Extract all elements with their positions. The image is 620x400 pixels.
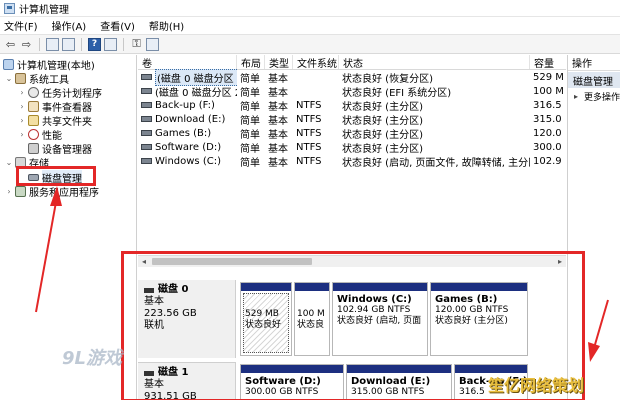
volume-icon [141, 88, 152, 94]
volume-icon [141, 102, 152, 108]
storage-icon [15, 156, 26, 168]
chevron-right-icon[interactable]: › [18, 116, 26, 125]
volume-icon [141, 158, 152, 164]
table-row[interactable]: Games (B:) 简单 基本 NTFS 状态良好 (主分区) 120.0 [138, 126, 566, 141]
scrollbar-thumb[interactable] [152, 258, 312, 265]
properties-icon[interactable] [104, 37, 117, 51]
table-row[interactable]: Back-up (F:) 简单 基本 NTFS 状态良好 (主分区) 316.5 [138, 98, 566, 113]
column-header-layout[interactable]: 布局 [237, 55, 265, 69]
tree-item-shared-folders[interactable]: › 共享文件夹 [18, 113, 92, 128]
computer-management-icon [4, 2, 15, 14]
actions-pane: 操作 磁盘管理 更多操作 [567, 55, 620, 400]
toolbox-icon [15, 72, 26, 84]
tree-item-task-scheduler[interactable]: › 任务计划程序 [18, 85, 102, 100]
services-icon [15, 185, 26, 197]
partition-windows-c[interactable]: Windows (C:) 102.94 GB NTFS 状态良好 (启动, 页面 [332, 282, 428, 356]
menu-bar: 文件(F) 操作(A) 查看(V) 帮助(H) [0, 17, 620, 34]
column-header-type[interactable]: 类型 [265, 55, 293, 69]
more-actions-item[interactable]: 更多操作 [568, 88, 620, 104]
table-row[interactable]: Download (E:) 简单 基本 NTFS 状态良好 (主分区) 315.… [138, 112, 566, 127]
toolbar-separator [81, 37, 82, 51]
forward-arrow-icon[interactable]: ⇨ [20, 38, 33, 51]
scroll-left-icon[interactable]: ◂ [138, 256, 150, 267]
horizontal-scrollbar[interactable]: ◂ ▸ [138, 255, 566, 267]
column-header-capacity[interactable]: 容量 [530, 55, 566, 70]
disk-1-label[interactable]: 磁盘 1 基本 931.51 GB [138, 362, 236, 400]
watermark-logo-left: 9L游戏 [62, 348, 122, 369]
disk-icon [144, 370, 154, 376]
partition-disk0-recovery[interactable]: 529 MB 状态良好 [240, 282, 292, 356]
computer-icon [3, 58, 14, 70]
chevron-right-icon[interactable]: › [5, 187, 13, 196]
partition-disk0-efi[interactable]: 100 M 状态良 [294, 282, 330, 356]
actions-section-disk-management[interactable]: 磁盘管理 [568, 72, 620, 88]
table-row[interactable]: Software (D:) 简单 基本 NTFS 状态良好 (主分区) 300.… [138, 140, 566, 155]
performance-icon [28, 128, 39, 140]
window-title: 计算机管理 [19, 4, 69, 16]
volume-icon [141, 116, 152, 122]
volume-table: (磁盘 0 磁盘分区 1) 简单 基本 状态良好 (恢复分区) 529 M (磁… [138, 68, 566, 255]
disk-0-label[interactable]: 磁盘 0 基本 223.56 GB 联机 [138, 280, 236, 358]
chevron-right-icon[interactable]: › [18, 130, 26, 139]
menu-file[interactable]: 文件(F) [4, 18, 38, 33]
chevron-down-icon[interactable]: ⌄ [5, 74, 13, 83]
volume-icon [141, 130, 152, 136]
device-manager-icon [28, 142, 39, 154]
partition-games-b[interactable]: Games (B:) 120.00 GB NTFS 状态良好 (主分区) [430, 282, 528, 356]
chevron-right-icon[interactable]: › [18, 102, 26, 111]
table-row[interactable]: (磁盘 0 磁盘分区 1) 简单 基本 状态良好 (恢复分区) 529 M [138, 68, 566, 86]
menu-view[interactable]: 查看(V) [100, 18, 135, 33]
tree-item-system-tools[interactable]: ⌄ 系统工具 [5, 71, 69, 86]
event-viewer-icon [28, 100, 39, 112]
scroll-right-icon[interactable]: ▸ [554, 256, 566, 267]
toolbar: ⇦ ⇨ ? ⚿ [0, 34, 620, 54]
clock-icon [28, 86, 39, 98]
volume-icon [141, 74, 152, 80]
tree-item-root[interactable]: 计算机管理(本地) [3, 57, 95, 72]
show-hide-tree-icon[interactable] [62, 37, 75, 51]
watermark-logo-right: 笙亿网络策划 [488, 376, 585, 395]
disk-icon [28, 173, 39, 181]
tree-item-performance[interactable]: › 性能 [18, 127, 62, 142]
volume-icon [141, 144, 152, 150]
partition-software-d[interactable]: Software (D:) 300.00 GB NTFS [240, 364, 344, 400]
chevron-down-icon[interactable]: ⌄ [5, 158, 13, 167]
partition-download-e[interactable]: Download (E:) 315.00 GB NTFS [346, 364, 452, 400]
up-folder-icon[interactable] [46, 37, 59, 51]
column-header-filesystem[interactable]: 文件系统 [293, 55, 339, 69]
tree-item-services-apps[interactable]: › 服务和应用程序 [5, 184, 99, 199]
tree-item-disk-management[interactable]: 磁盘管理 [28, 169, 82, 185]
back-arrow-icon[interactable]: ⇦ [4, 38, 17, 51]
toolbar-separator [123, 37, 124, 51]
toolbar-separator [39, 37, 40, 51]
tree-item-device-manager[interactable]: 设备管理器 [28, 141, 92, 156]
column-header-volume[interactable]: 卷 [138, 55, 237, 69]
disk-icon [144, 287, 154, 293]
table-row[interactable]: Windows (C:) 简单 基本 NTFS 状态良好 (启动, 页面文件, … [138, 154, 566, 169]
shared-folder-icon [28, 114, 39, 126]
column-header-status[interactable]: 状态 [339, 55, 530, 69]
chevron-right-icon[interactable]: › [18, 88, 26, 97]
tree-item-storage[interactable]: ⌄ 存储 [5, 155, 49, 170]
key-icon[interactable]: ⚿ [130, 37, 143, 51]
table-row[interactable]: (磁盘 0 磁盘分区 2) 简单 基本 状态良好 (EFI 系统分区) 100 … [138, 84, 566, 99]
actions-header: 操作 [568, 55, 620, 71]
help-icon[interactable]: ? [88, 37, 101, 51]
title-bar: 计算机管理 [0, 0, 620, 17]
list-view-icon[interactable] [146, 37, 159, 51]
menu-help[interactable]: 帮助(H) [149, 18, 184, 33]
tree-item-event-viewer[interactable]: › 事件查看器 [18, 99, 92, 114]
menu-action[interactable]: 操作(A) [52, 18, 87, 33]
